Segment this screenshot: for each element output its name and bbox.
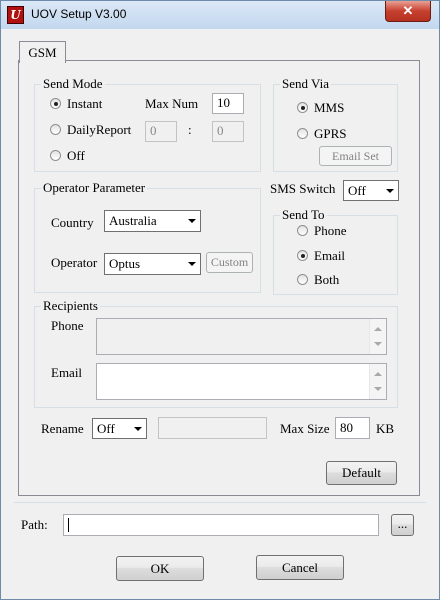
chevron-down-icon [182,254,200,274]
send-mode-legend: Send Mode [43,76,103,91]
send-to-email-label: Email [314,248,346,263]
cancel-button[interactable]: Cancel [256,555,344,580]
rename-select[interactable]: Off [92,418,147,439]
gprs-label: GPRS [314,126,347,141]
recipients-phone-textarea[interactable] [96,318,387,355]
path-label: Path: [21,517,48,532]
max-size-input[interactable]: 80 [335,417,370,439]
close-button[interactable]: ✕ [385,1,431,22]
phone-scrollbar[interactable] [369,319,386,354]
recipients-phone-label: Phone [51,318,84,333]
recipients-email-textarea[interactable] [96,363,387,400]
chevron-down-icon [128,419,146,438]
send-to-legend: Send To [282,207,325,222]
country-label: Country [51,215,94,230]
recipients-email-label: Email [51,365,83,380]
default-button[interactable]: Default [326,461,397,485]
send-via-legend: Send Via [282,76,330,91]
text-cursor [68,518,69,532]
scroll-up-icon[interactable] [374,327,382,331]
max-num-input[interactable]: 10 [212,93,244,114]
max-size-label: Max Size [280,421,330,436]
tab-gsm-label: GSM [28,45,57,60]
rename-value: Off [97,421,115,436]
mms-label: MMS [314,100,345,115]
instant-label: Instant [67,96,103,111]
operator-select[interactable]: Optus [104,253,201,275]
send-to-both-radio[interactable] [297,274,308,285]
send-to-email-radio[interactable] [297,250,308,261]
operator-value: Optus [109,256,141,271]
instant-radio[interactable] [50,98,61,109]
time-separator: : [188,122,192,137]
send-to-phone-label: Phone [314,223,347,238]
send-to-phone-radio[interactable] [297,225,308,236]
sms-switch-value: Off [348,183,366,198]
sms-switch-select[interactable]: Off [343,180,399,201]
chevron-down-icon [380,181,398,200]
window-title: UOV Setup V3.00 [31,7,127,21]
browse-button[interactable]: ... [391,514,414,536]
tab-gsm[interactable]: GSM [19,41,66,63]
recipients-legend: Recipients [43,298,98,313]
app-icon: U [7,6,24,24]
email-set-button[interactable]: Email Set [319,146,392,166]
separator [14,502,426,503]
country-select[interactable]: Australia [104,210,201,232]
country-value: Australia [109,213,157,228]
ok-button[interactable]: OK [116,556,204,581]
rename-label: Rename [41,421,84,436]
email-scrollbar[interactable] [369,364,386,399]
title-bar[interactable]: U UOV Setup V3.00 ✕ [1,1,439,29]
daily-report-label: DailyReport [67,122,132,137]
path-input[interactable] [63,514,379,536]
scroll-down-icon[interactable] [374,342,382,346]
operator-parameter-group: Operator Parameter [34,180,261,293]
send-to-both-label: Both [314,272,340,287]
chevron-down-icon [182,211,200,231]
hour-input[interactable]: 0 [145,121,177,142]
gprs-radio[interactable] [297,128,308,139]
scroll-down-icon[interactable] [374,387,382,391]
close-icon: ✕ [402,3,414,18]
custom-button[interactable]: Custom [206,252,253,273]
operator-parameter-legend: Operator Parameter [43,180,146,195]
rename-text-input[interactable] [158,417,267,439]
mms-radio[interactable] [297,102,308,113]
operator-label: Operator [51,255,98,270]
off-radio[interactable] [50,150,61,161]
max-size-unit: KB [376,421,395,436]
off-label: Off [67,148,85,163]
daily-report-radio[interactable] [50,124,61,135]
max-num-label: Max Num [145,96,199,111]
scroll-up-icon[interactable] [374,372,382,376]
minute-input[interactable]: 0 [212,121,244,142]
sms-switch-label: SMS Switch [270,181,336,196]
